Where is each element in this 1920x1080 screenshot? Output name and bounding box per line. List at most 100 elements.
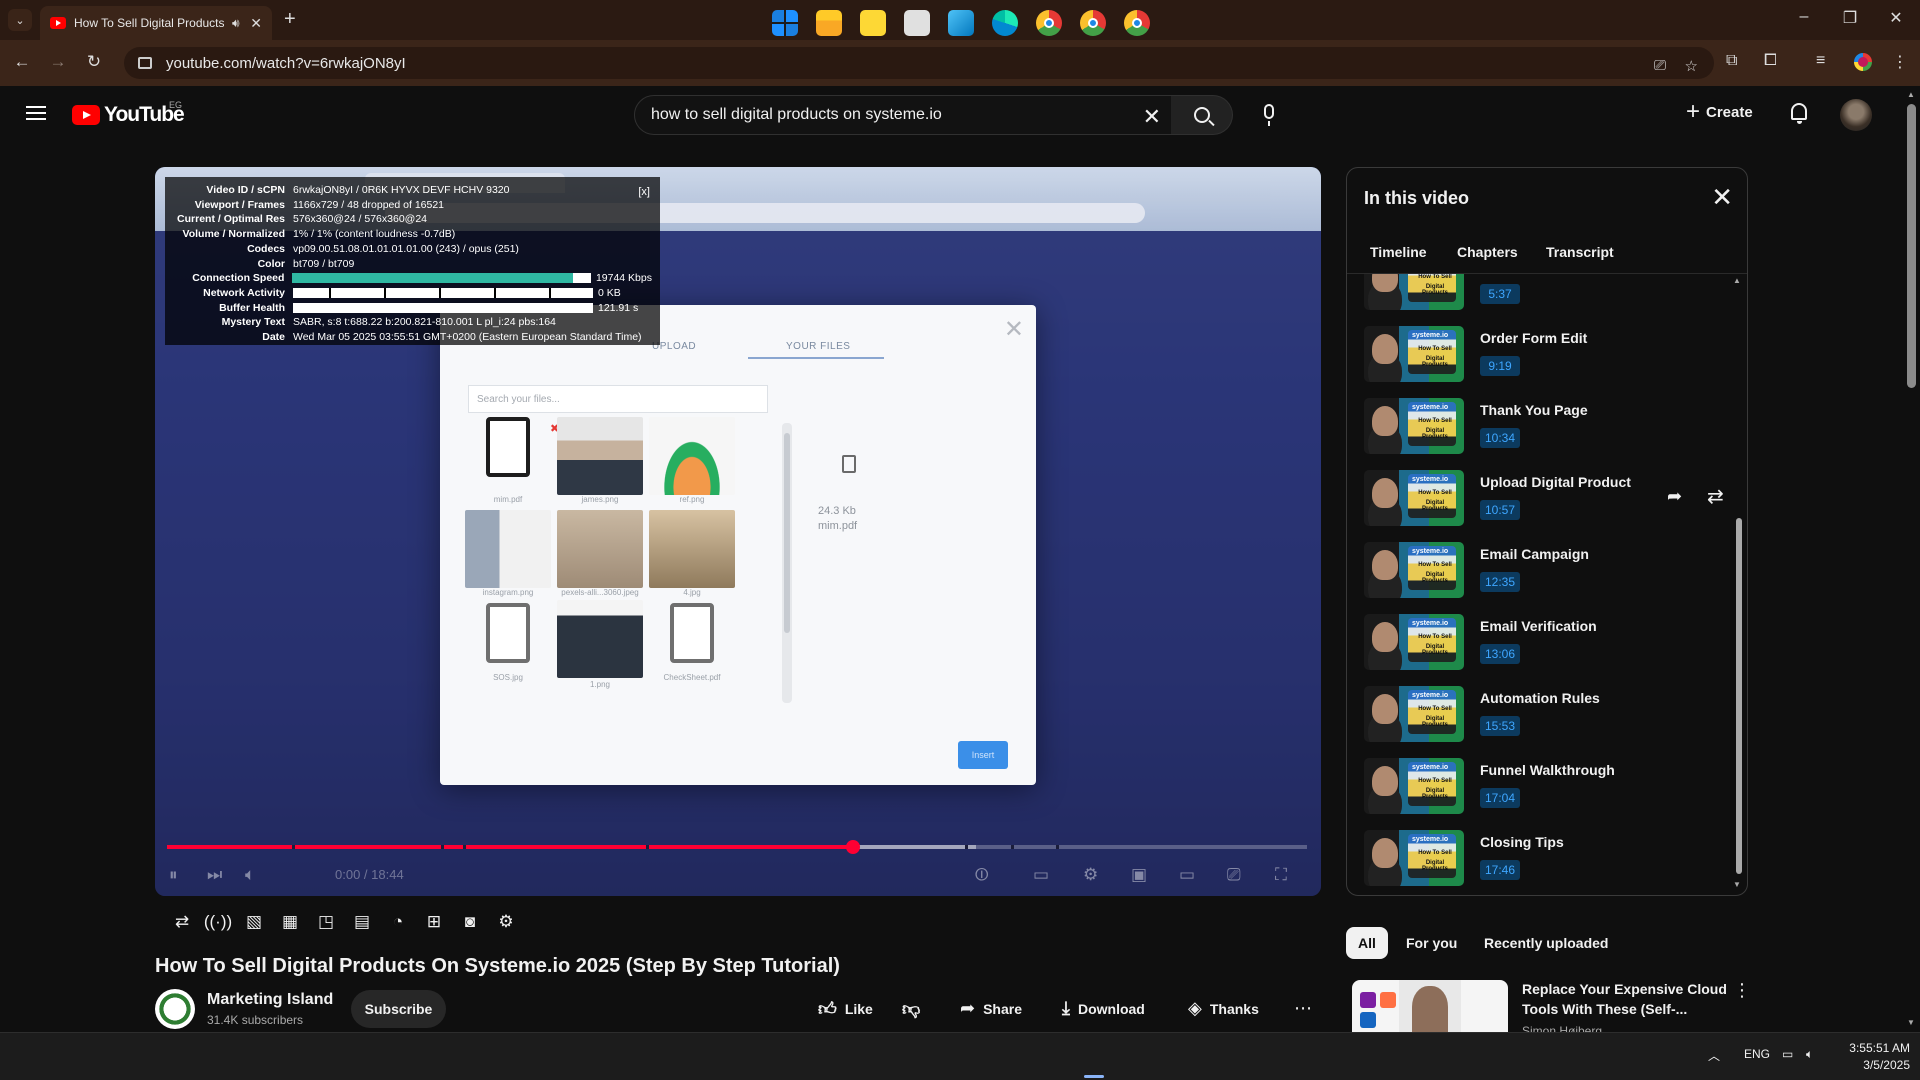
chapter-timestamp[interactable]: 17:04 — [1480, 788, 1520, 808]
close-window-icon[interactable]: ✕ — [1886, 8, 1906, 28]
bookmark-star-icon[interactable]: ☆ — [1685, 57, 1698, 75]
restore-icon[interactable]: ❐ — [1840, 8, 1860, 28]
close-panel-icon[interactable]: ✕ — [1711, 182, 1733, 213]
chapter-timestamp[interactable]: 15:53 — [1480, 716, 1520, 736]
search-button[interactable] — [1171, 95, 1233, 135]
panel-scrollbar-thumb[interactable] — [1736, 518, 1742, 874]
video-player[interactable]: UPLOAD YOUR FILES ✕ Search your files...… — [155, 167, 1321, 896]
chapter-timestamp[interactable]: 9:19 — [1480, 356, 1520, 376]
search-input[interactable]: how to sell digital products on systeme.… — [634, 95, 1172, 135]
file-explorer-icon[interactable] — [816, 10, 842, 36]
create-button[interactable]: + Create — [1686, 100, 1753, 124]
notifications-bell-icon[interactable] — [1791, 103, 1807, 124]
subscribe-button[interactable]: Subscribe — [351, 990, 446, 1028]
share-button[interactable]: ➦ Share — [960, 998, 1022, 1019]
omnibox[interactable]: youtube.com/watch?v=6rwkajON8yI ⎚ ☆ — [124, 47, 1714, 79]
site-info-icon[interactable] — [138, 57, 152, 69]
like-button[interactable]: 👍︎ Like — [818, 998, 873, 1020]
edge-browser-icon[interactable] — [992, 10, 1018, 36]
miniplayer-icon[interactable]: ▣ — [1131, 865, 1147, 885]
new-tab-button[interactable]: + — [284, 8, 296, 31]
microphone-icon[interactable] — [1264, 104, 1274, 126]
gear-icon[interactable]: ⚙ — [492, 910, 520, 934]
tab-timeline[interactable]: Timeline — [1370, 244, 1427, 260]
minimize-icon[interactable]: – — [1794, 8, 1814, 26]
speaker-icon[interactable]: 🔊︎ — [232, 16, 240, 31]
settings-icon[interactable]: ⚙ — [1083, 865, 1098, 885]
chapter-item[interactable]: systeme.ioHow To SellDigital Products5:3… — [1364, 274, 1734, 314]
volume-icon[interactable]: 🔈︎ — [1806, 1047, 1813, 1062]
chapter-share-icon[interactable]: ➦ — [1667, 486, 1682, 507]
recommendation-title[interactable]: Replace Your Expensive Cloud Tools With … — [1522, 979, 1732, 1019]
hide-overlay-icon[interactable]: ▧ — [240, 910, 268, 934]
remote-desktop-icon[interactable] — [948, 10, 974, 36]
back-icon[interactable]: ← — [12, 52, 32, 72]
subtitles-icon[interactable]: ▭ — [1033, 865, 1049, 885]
search-query[interactable]: how to sell digital products on systeme.… — [651, 106, 942, 124]
clear-search-icon[interactable]: ✕ — [1143, 104, 1161, 130]
next-icon[interactable]: ⏭ — [207, 865, 222, 885]
account-avatar[interactable] — [1840, 99, 1872, 131]
speed-gauge-icon[interactable]: ◔ — [384, 910, 412, 934]
download-button[interactable]: ⤓ Download — [1062, 998, 1145, 1019]
extensions-icon[interactable]: ⧠ — [1764, 52, 1777, 70]
browser-menu-icon[interactable]: ⋮ — [1892, 52, 1908, 72]
install-app-icon[interactable]: ⎚ — [1654, 57, 1666, 74]
chapter-item[interactable]: systeme.io How To Sell Digital Products Upl… — [1364, 470, 1734, 530]
chapter-timestamp[interactable]: 17:46 — [1480, 860, 1520, 880]
chapter-timestamp[interactable]: 12:35 — [1480, 572, 1520, 592]
forward-icon[interactable]: → — [48, 52, 68, 72]
language-indicator[interactable]: ENG — [1744, 1047, 1770, 1061]
url-text[interactable]: youtube.com/watch?v=6rwkajON8yI — [166, 55, 406, 72]
picture-in-picture-icon[interactable]: ◳ — [312, 910, 340, 934]
screenshot-camera-icon[interactable]: ◙ — [456, 910, 484, 934]
more-actions-icon[interactable]: ⋯ — [1294, 998, 1312, 1019]
tab-transcript[interactable]: Transcript — [1546, 244, 1614, 260]
system-clock[interactable]: 3:55:51 AM 3/5/2025 — [1830, 1040, 1910, 1074]
chrome-icon[interactable] — [1080, 10, 1106, 36]
filter-chip-recently-uploaded[interactable]: Recently uploaded — [1472, 927, 1620, 959]
tab-chapters[interactable]: Chapters — [1457, 244, 1518, 260]
channel-avatar[interactable] — [155, 989, 195, 1029]
chrome-icon[interactable] — [1124, 10, 1150, 36]
chapter-item[interactable]: systeme.io How To Sell Digital Products Ema… — [1364, 614, 1734, 674]
windows-start-icon[interactable] — [772, 10, 798, 36]
chapter-item[interactable]: systeme.io How To Sell Digital Products Clo… — [1364, 830, 1734, 890]
scroll-up-icon[interactable]: ▲ — [1907, 90, 1915, 99]
calculator-icon[interactable] — [904, 10, 930, 36]
browser-profile-icon[interactable] — [1854, 53, 1872, 71]
media-controls-icon[interactable]: ≡ — [1816, 52, 1825, 70]
dislike-button[interactable]: 👎︎ — [902, 998, 920, 1020]
autoplay-toggle-icon[interactable]: ⏼ — [975, 865, 988, 885]
recommendation-thumbnail[interactable] — [1352, 980, 1508, 1032]
play-pause-icon[interactable]: ⏸ — [169, 865, 178, 885]
tab-search-button[interactable]: ⌄ — [8, 9, 32, 31]
browser-tab-youtube[interactable]: How To Sell Digital Products On Systeme.… — [40, 6, 272, 40]
thanks-button[interactable]: ◈ Thanks — [1188, 998, 1259, 1019]
close-tab-icon[interactable]: ✕ — [250, 15, 262, 32]
cinema-icon[interactable]: ▦ — [276, 910, 304, 934]
chrome-icon[interactable] — [1036, 10, 1062, 36]
sticky-notes-icon[interactable] — [860, 10, 886, 36]
network-icon[interactable]: ▭ — [1782, 1047, 1793, 1061]
chapter-timestamp[interactable]: 10:34 — [1480, 428, 1520, 448]
chapter-item[interactable]: systeme.io How To Sell Digital Products Tha… — [1364, 398, 1734, 458]
reload-icon[interactable]: ↻ — [84, 52, 104, 72]
stats-close-button[interactable]: [x] — [638, 185, 650, 200]
translate-icon[interactable]: ⧉ — [1726, 52, 1737, 70]
progress-bar[interactable] — [167, 840, 1307, 854]
chapter-timestamp[interactable]: 13:06 — [1480, 644, 1520, 664]
broadcast-icon[interactable]: ((·)) — [204, 910, 232, 934]
recommendation-menu-icon[interactable]: ⋮ — [1733, 980, 1751, 1001]
chapter-item[interactable]: systeme.io How To Sell Digital Products Ema… — [1364, 542, 1734, 602]
chapter-timestamp[interactable]: 5:37 — [1480, 284, 1520, 304]
fullscreen-icon[interactable]: ⛶ — [1275, 865, 1287, 885]
cast-icon[interactable]: ⎚ — [1227, 865, 1241, 885]
add-frame-icon[interactable]: ⊞ — [420, 910, 448, 934]
guide-menu-icon[interactable] — [26, 106, 46, 120]
tray-overflow-icon[interactable]: ︿ — [1708, 1047, 1720, 1064]
volume-icon[interactable]: 🔈︎ — [245, 865, 255, 885]
youtube-logo[interactable]: YouTube — [72, 103, 185, 127]
chapter-loop-icon[interactable]: ⇄ — [1707, 484, 1724, 509]
page-scrollbar-thumb[interactable] — [1907, 104, 1916, 388]
